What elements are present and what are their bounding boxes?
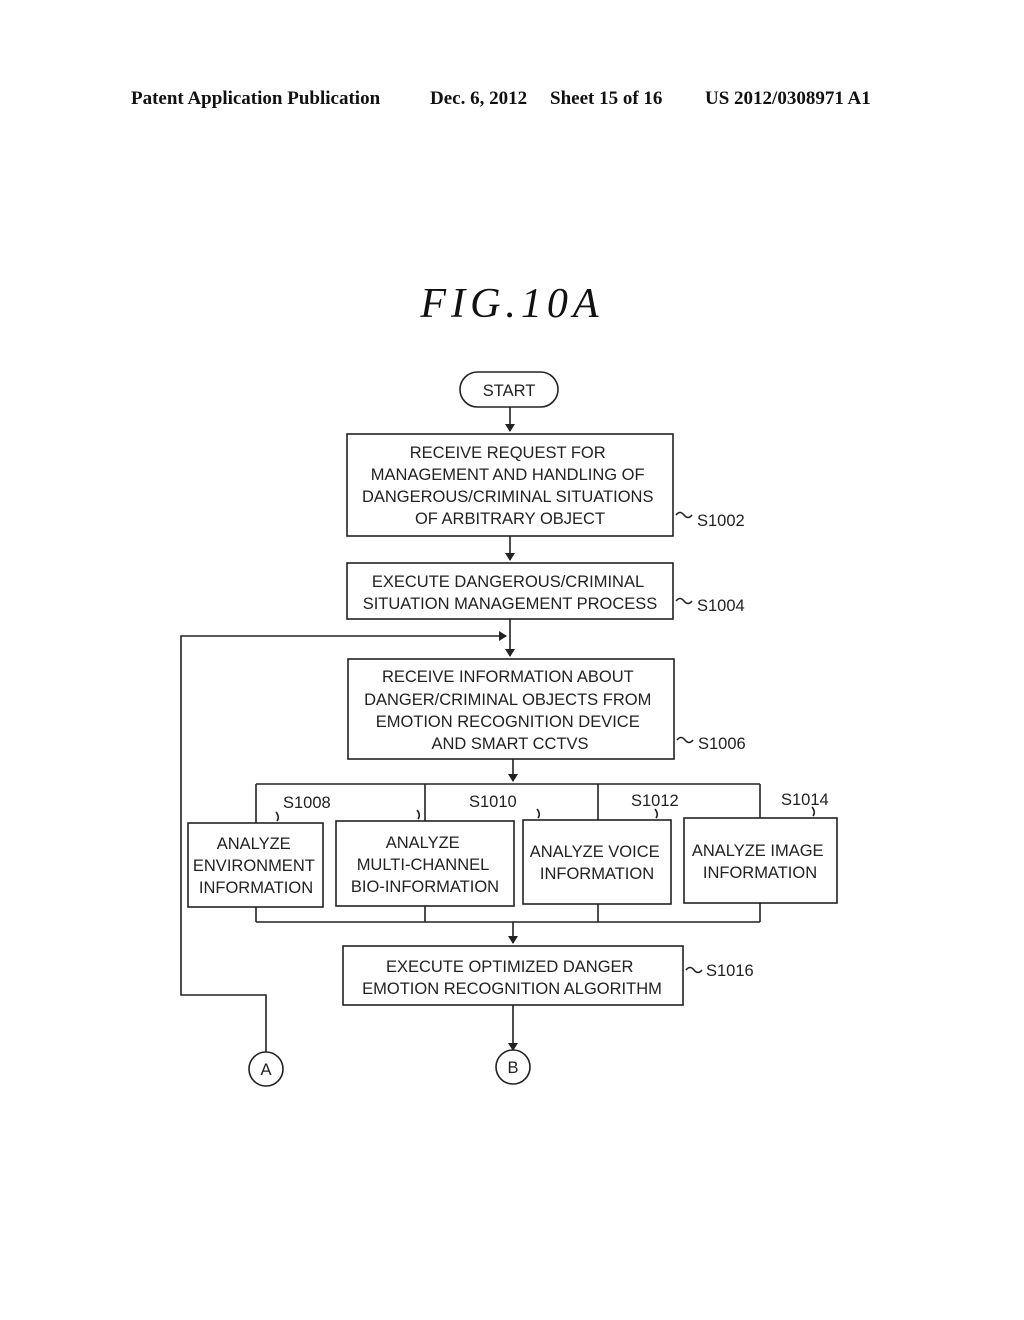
connector-a-label: A	[260, 1061, 271, 1079]
s1010-line: MULTI-CHANNEL	[357, 856, 489, 874]
s1006-line: DANGER/CRIMINAL OBJECTS FROM	[364, 691, 651, 709]
s1004-line: EXECUTE DANGEROUS/CRIMINAL	[372, 573, 644, 591]
start-label: START	[483, 382, 536, 400]
leader-s1010	[416, 809, 421, 820]
s1010-line: ANALYZE	[386, 834, 460, 852]
step-box-s1014	[683, 817, 838, 904]
flowchart: START RECEIVE REQUEST FOR MANAGEMENT AND…	[180, 371, 838, 1087]
step-id-s1008: S1008	[283, 794, 331, 812]
step-id-s1004: S1004	[697, 597, 745, 615]
s1008-line: ANALYZE	[217, 835, 291, 853]
leader-s1004	[675, 597, 693, 605]
step-id-s1010: S1010	[469, 793, 517, 811]
connector-b-label: B	[507, 1059, 518, 1077]
s1014-line: INFORMATION	[703, 864, 817, 882]
s1012-line: INFORMATION	[540, 865, 654, 883]
s1014-line: ANALYZE IMAGE	[692, 842, 824, 860]
s1016-line: EMOTION RECOGNITION ALGORITHM	[362, 980, 662, 998]
leader-s1002	[675, 511, 693, 519]
s1008-line: INFORMATION	[199, 879, 313, 897]
step-id-s1012: S1012	[631, 792, 679, 810]
s1016-line: EXECUTE OPTIMIZED DANGER	[386, 958, 634, 976]
s1002-line: DANGEROUS/CRIMINAL SITUATIONS	[362, 488, 654, 506]
s1006-line: EMOTION RECOGNITION DEVICE	[376, 713, 640, 731]
s1002-line: OF ARBITRARY OBJECT	[415, 510, 605, 528]
s1012-line: ANALYZE VOICE	[530, 843, 660, 861]
s1002-line: RECEIVE REQUEST FOR	[410, 444, 606, 462]
s1008-line: ENVIRONMENT	[193, 857, 315, 875]
s1010-line: BIO-INFORMATION	[351, 878, 499, 896]
leader-s1016	[685, 966, 703, 974]
s1004-line: SITUATION MANAGEMENT PROCESS	[363, 595, 658, 613]
leader-s1006	[676, 736, 694, 744]
s1006-line: RECEIVE INFORMATION ABOUT	[382, 668, 634, 686]
s1002-line: MANAGEMENT AND HANDLING OF	[371, 466, 645, 484]
step-id-s1006: S1006	[698, 735, 746, 753]
step-id-s1002: S1002	[697, 512, 745, 530]
step-id-s1016: S1016	[706, 962, 754, 980]
step-id-s1014: S1014	[781, 791, 829, 809]
s1006-line: AND SMART CCTVS	[431, 735, 588, 753]
leader-s1008	[275, 811, 280, 822]
leader-s1012b	[654, 808, 659, 819]
step-box-s1012	[522, 819, 672, 905]
leader-s1012	[536, 808, 541, 819]
